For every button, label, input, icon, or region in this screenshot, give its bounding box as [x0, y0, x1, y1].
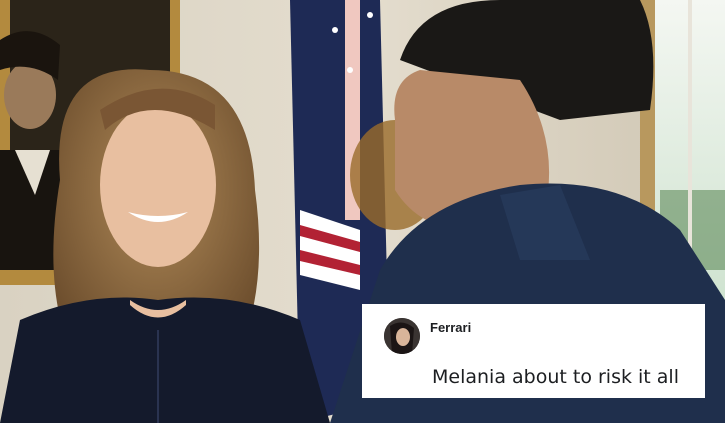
comment-username[interactable]: Ferrari: [430, 320, 471, 335]
user-avatar-icon[interactable]: [384, 318, 420, 354]
comment-text: Melania about to risk it all: [432, 366, 679, 388]
comment-card: Ferrari Melania about to risk it all: [362, 304, 705, 398]
